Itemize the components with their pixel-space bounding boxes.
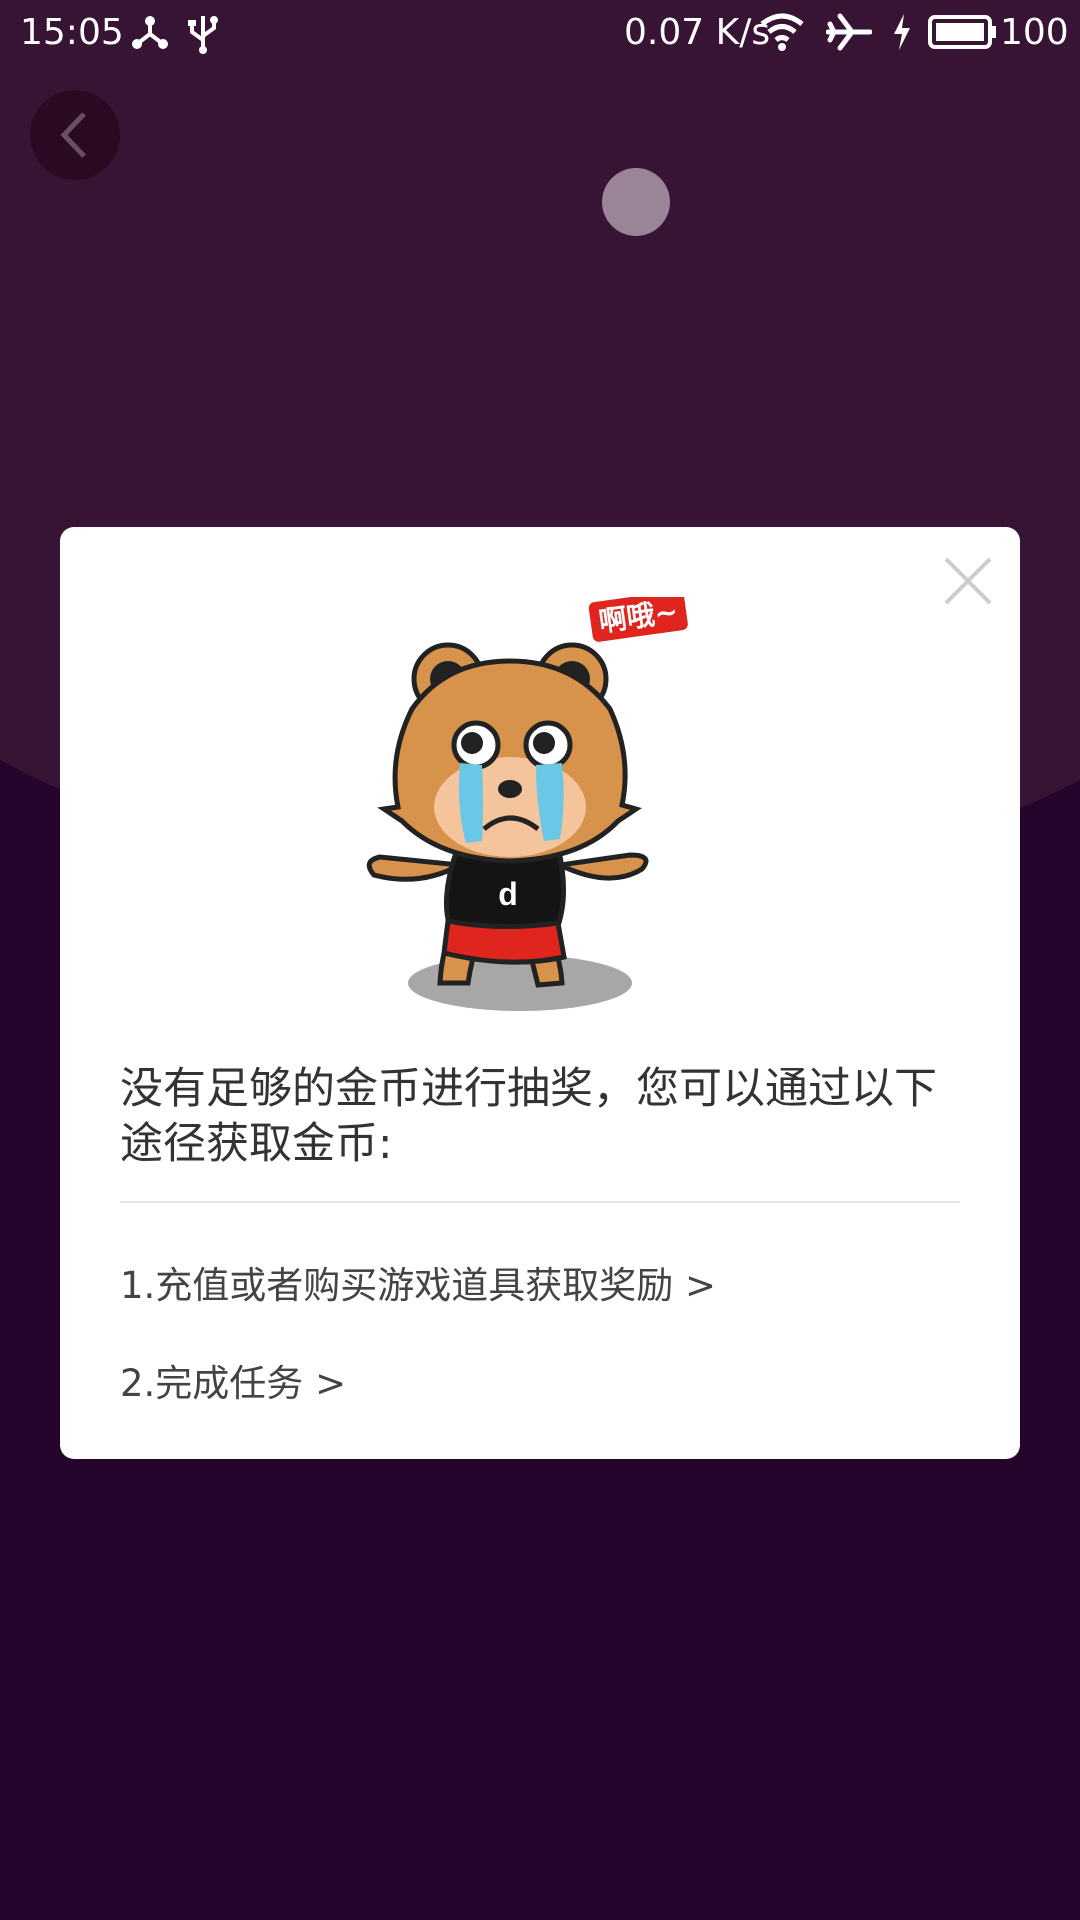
back-button[interactable] bbox=[30, 90, 120, 180]
divider bbox=[120, 1201, 960, 1203]
background-top bbox=[0, 0, 1080, 585]
close-button[interactable] bbox=[940, 553, 996, 609]
insufficient-coins-dialog: d 啊哦~ 没有足够的金币进行抽奖，您可以通过以下途径获取金币: 1.充值或者购… bbox=[60, 527, 1020, 1459]
usb-icon bbox=[186, 12, 220, 63]
loading-indicator bbox=[602, 168, 670, 236]
battery-percent: 100 bbox=[1000, 12, 1069, 53]
svg-text:d: d bbox=[498, 876, 518, 912]
option-recharge-link[interactable]: 1.充值或者购买游戏道具获取奖励 > bbox=[120, 1255, 716, 1309]
share-icon bbox=[130, 12, 170, 61]
battery-icon bbox=[928, 12, 998, 61]
chevron-left-icon bbox=[60, 112, 86, 158]
crying-bear-icon: d 啊哦~ bbox=[366, 597, 688, 1011]
charging-icon bbox=[890, 12, 914, 61]
status-time: 15:05 bbox=[20, 12, 124, 53]
wifi-icon bbox=[758, 12, 806, 61]
option-tasks-link[interactable]: 2.完成任务 > bbox=[120, 1353, 346, 1407]
close-icon bbox=[944, 557, 992, 605]
dialog-message: 没有足够的金币进行抽奖，您可以通过以下途径获取金币: bbox=[120, 1064, 937, 1169]
status-bar: 15:05 0.07 K/s 100 bbox=[0, 0, 1080, 66]
airplane-icon bbox=[825, 12, 873, 61]
exclaim-text: 啊哦~ bbox=[597, 597, 680, 638]
network-speed: 0.07 K/s bbox=[624, 12, 771, 53]
